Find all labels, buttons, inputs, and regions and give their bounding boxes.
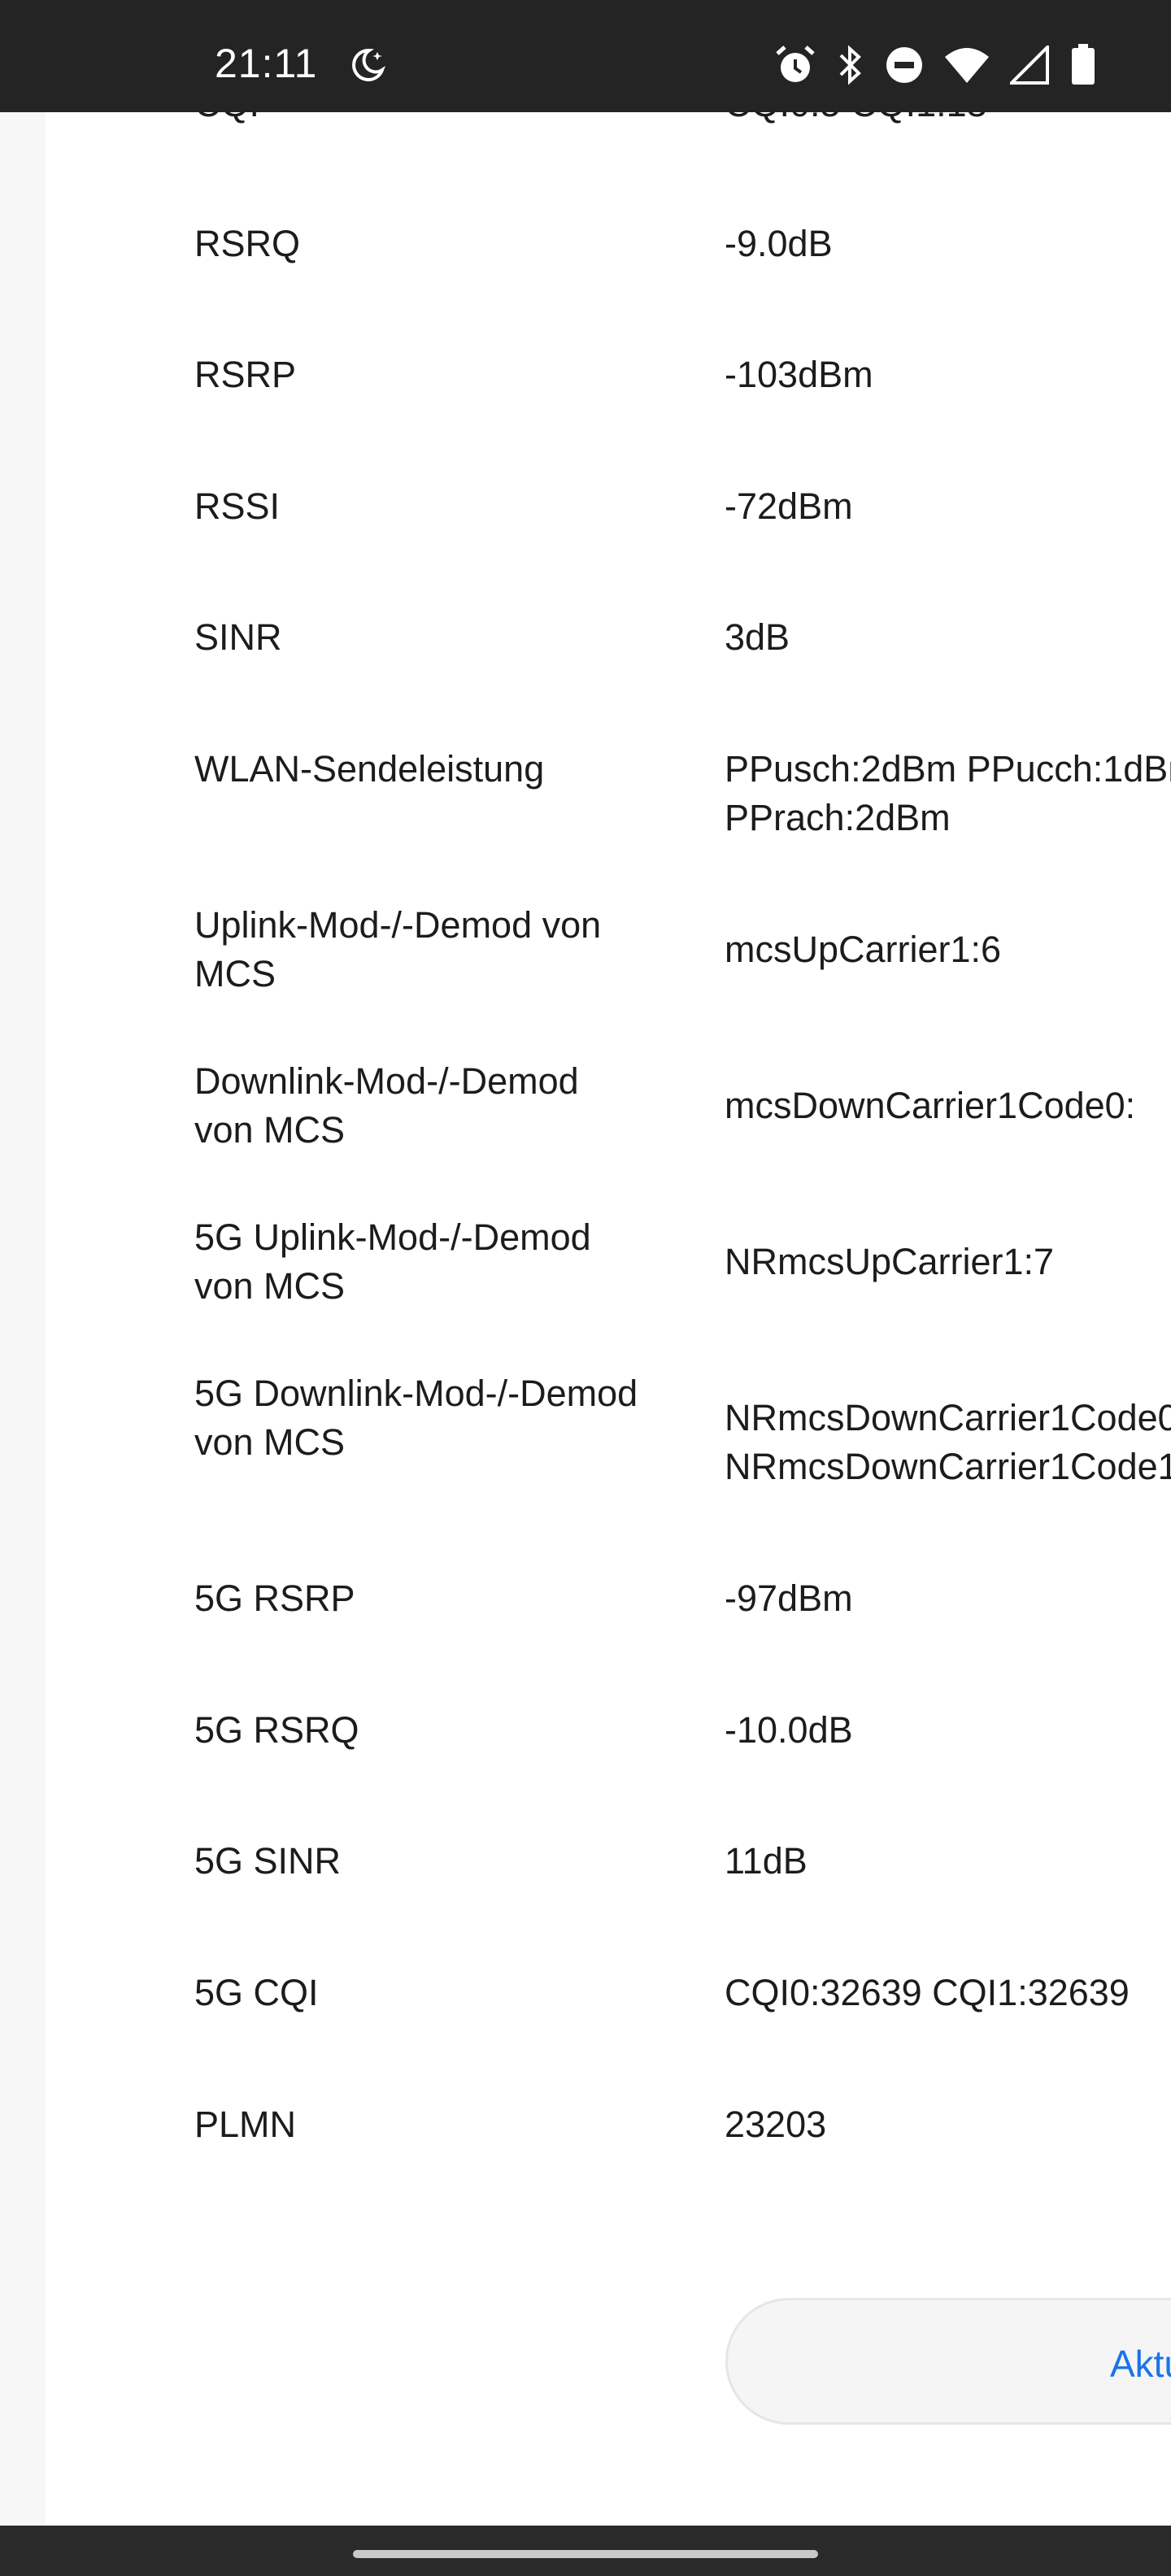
row-label: Uplink-Mod-/-Demod von — [194, 904, 602, 946]
row-label: 5G Downlink-Mod-/-Demod — [194, 1373, 638, 1414]
do-not-disturb-icon — [886, 47, 922, 83]
moon-icon — [352, 48, 385, 81]
row-label: RSSI — [194, 485, 281, 527]
gesture-handle[interactable] — [353, 2550, 818, 2558]
row-label-line2: MCS — [194, 953, 276, 994]
row-label-line2: von MCS — [194, 1265, 346, 1307]
navigation-bar — [0, 2526, 1171, 2576]
row-label: PLMN — [194, 2104, 297, 2145]
row-label: WLAN-Sendeleistung — [194, 748, 545, 790]
row-label: RSRP — [194, 354, 297, 395]
row-label: 5G CQI — [194, 1972, 319, 2013]
row-label: CQI — [194, 112, 747, 128]
row-value: 23203 — [725, 2104, 827, 2145]
row-value: NRmcsUpCarrier1:7 — [725, 1241, 1055, 1282]
row-value: CQI0:32639 CQI1:32639 — [725, 1972, 1130, 2013]
row-label: 5G Uplink-Mod-/-Demod — [194, 1216, 591, 1258]
row-label-line2: von MCS — [194, 1421, 346, 1463]
row-label: RSRQ — [194, 223, 301, 264]
row-value: mcsDownCarrier1Code0: — [725, 1085, 1136, 1126]
refresh-button-label: Aktualisieren — [1110, 2343, 1171, 2385]
alarm-icon — [776, 46, 815, 82]
status-icons — [774, 42, 1116, 88]
signal-info-page[interactable]: CQI CQI0:5 CQI1:13 RSRQ -9.0dB RSRP -103… — [0, 112, 1171, 2526]
row-label: SINR — [194, 616, 282, 658]
bluetooth-icon — [839, 45, 861, 85]
row-value: 11dB — [725, 1840, 808, 1882]
row-value: -72dBm — [725, 485, 853, 527]
row-label: 5G RSRP — [194, 1577, 355, 1619]
row-label: Downlink-Mod-/-Demod — [194, 1060, 579, 1102]
row-value: -103dBm — [725, 354, 873, 395]
row-label: 5G RSRQ — [194, 1709, 359, 1751]
wifi-icon — [945, 48, 989, 83]
row-value: CQI0:5 CQI1:13 — [725, 112, 1171, 128]
row-value: -10.0dB — [725, 1709, 853, 1751]
row-value: PPusch:2dBm PPucch:1dBm — [725, 748, 1171, 790]
row-value: -9.0dB — [725, 223, 833, 264]
info-card: CQI CQI0:5 CQI1:13 RSRQ -9.0dB RSRP -103… — [46, 112, 1171, 2526]
row-label-line2: von MCS — [194, 1109, 346, 1151]
status-bar: 21:11 — [0, 0, 1171, 112]
row-value: mcsUpCarrier1:6 — [725, 929, 1002, 970]
refresh-button[interactable]: Aktualisieren — [725, 2298, 1171, 2425]
status-time: 21:11 — [215, 41, 318, 86]
battery-icon — [1072, 44, 1095, 85]
signal-icon — [1010, 46, 1049, 85]
row-value-line2: NRmcsDownCarrier1Code1: — [725, 1446, 1171, 1487]
row-value-line2: PPrach:2dBm — [725, 797, 951, 838]
row-label: 5G SINR — [194, 1840, 342, 1882]
row-value: NRmcsDownCarrier1Code0: — [725, 1397, 1171, 1438]
row-value: 3dB — [725, 616, 790, 658]
row-value: -97dBm — [725, 1577, 853, 1619]
